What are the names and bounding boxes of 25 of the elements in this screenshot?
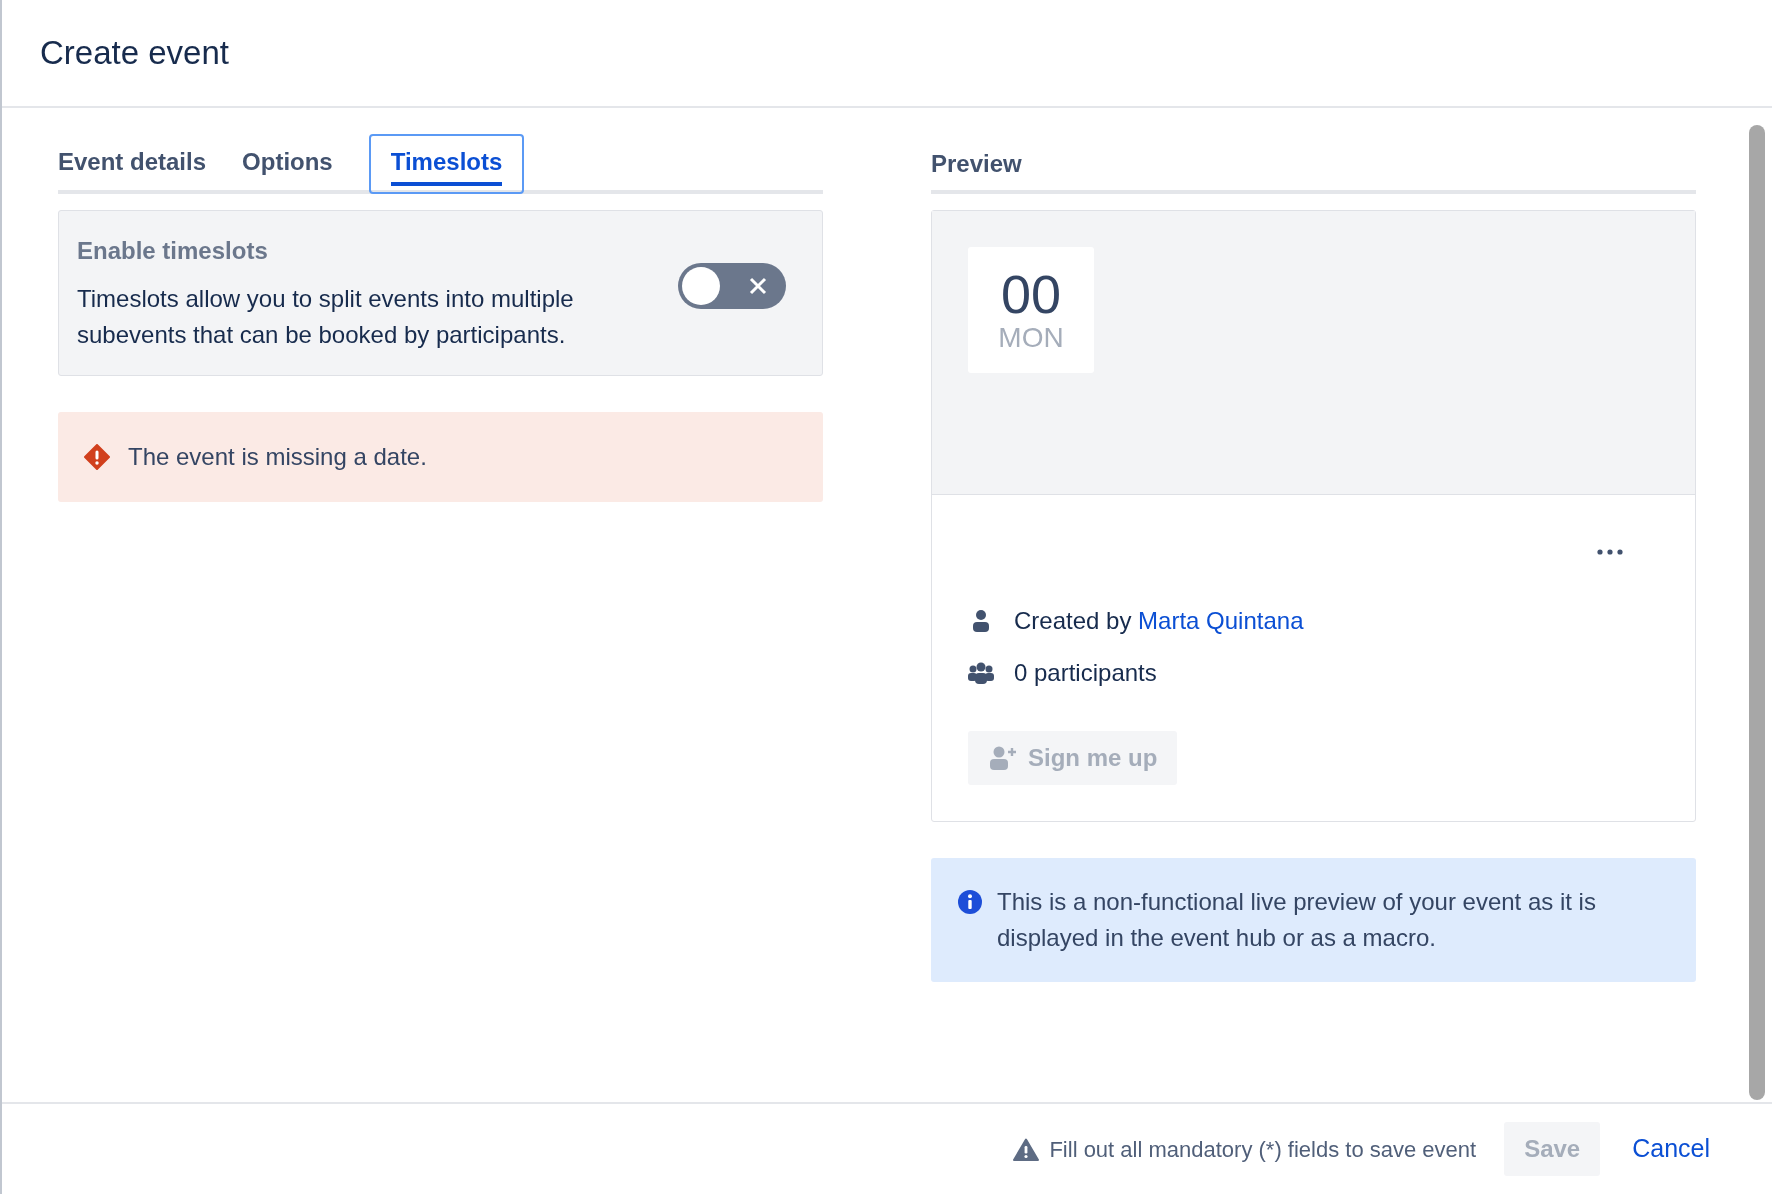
toggle-switch[interactable] bbox=[678, 263, 786, 309]
participants-count: 0 participants bbox=[1014, 658, 1157, 688]
panel-description: Timeslots allow you to split events into multiple subevents that can be booked by participants. bbox=[77, 284, 575, 350]
panel-heading: Enable timeslots bbox=[77, 236, 269, 266]
info-message: This is a non-functional live preview of your event as it is displayed in the event hub or as a macro. bbox=[997, 887, 1597, 953]
warning-icon bbox=[84, 444, 110, 470]
scrollbar[interactable] bbox=[1749, 125, 1765, 1100]
tab[interactable]: Timeslots bbox=[368, 134, 525, 194]
warning-triangle-icon bbox=[1013, 1137, 1040, 1161]
creator-link[interactable]: Marta Quintana bbox=[1138, 607, 1304, 634]
info-icon bbox=[957, 889, 983, 915]
day-number: 00 bbox=[1000, 266, 1062, 322]
weekday: MON bbox=[998, 322, 1064, 354]
close-icon bbox=[748, 276, 768, 296]
dialog-title: Create event bbox=[40, 33, 229, 74]
add-person-icon bbox=[988, 745, 1018, 771]
tab[interactable]: Event details bbox=[58, 130, 233, 190]
tab[interactable]: Options bbox=[242, 130, 359, 190]
preview-heading: Preview bbox=[931, 149, 1022, 179]
more-options-icon[interactable] bbox=[1597, 549, 1623, 555]
creator-text: Created by Marta Quintana bbox=[1014, 606, 1304, 636]
cancel-button[interactable]: Cancel bbox=[1628, 1130, 1714, 1168]
people-icon bbox=[968, 661, 994, 685]
footer-warning: Fill out all mandatory (*) fields to save event bbox=[1049, 1135, 1477, 1164]
error-message: The event is missing a date. bbox=[128, 442, 427, 472]
